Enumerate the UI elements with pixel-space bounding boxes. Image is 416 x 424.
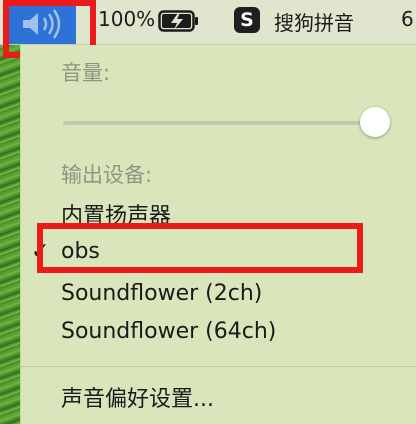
volume-dropdown-menu: 音量: 输出设备: 内置扬声器 ✓ obs Soundflower (2ch) … — [20, 45, 416, 424]
desktop-wallpaper — [0, 0, 20, 424]
device-item-builtin-speaker[interactable]: 内置扬声器 — [61, 198, 171, 230]
volume-slider-knob[interactable] — [359, 107, 390, 137]
volume-menu-button[interactable] — [9, 4, 76, 44]
battery-charging-icon[interactable] — [158, 10, 200, 32]
sound-preferences-item[interactable]: 声音偏好设置... — [61, 381, 214, 413]
volume-slider-track[interactable] — [63, 121, 376, 125]
menu-bar: 100% S 搜狗拼音 6 — [0, 0, 416, 58]
volume-label: 音量: — [61, 61, 111, 85]
sogou-input-icon[interactable]: S — [234, 7, 260, 33]
device-item-obs[interactable]: obs — [61, 239, 100, 264]
output-devices-label: 输出设备: — [61, 163, 153, 187]
checkmark-icon: ✓ — [31, 239, 50, 264]
battery-percent: 100% — [98, 7, 156, 31]
menu-divider — [21, 366, 416, 367]
device-item-soundflower-64ch[interactable]: Soundflower (64ch) — [61, 319, 276, 344]
input-method-name[interactable]: 搜狗拼音 — [274, 7, 354, 36]
menubar-clock[interactable]: 6 — [401, 7, 414, 31]
device-item-soundflower-2ch[interactable]: Soundflower (2ch) — [61, 281, 262, 306]
speaker-icon — [23, 9, 61, 39]
